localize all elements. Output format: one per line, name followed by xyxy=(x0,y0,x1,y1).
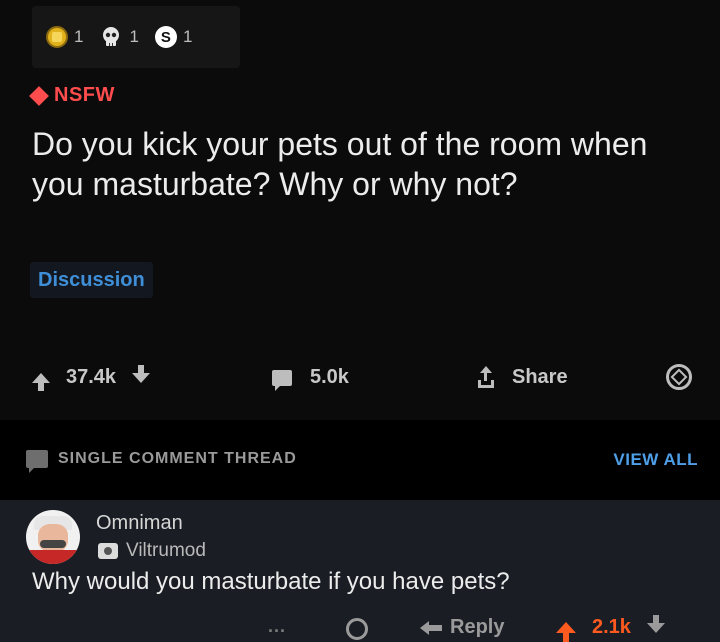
give-award-button[interactable] xyxy=(666,364,692,390)
comment-count: 5.0k xyxy=(310,366,349,388)
reply-label: Reply xyxy=(450,616,505,638)
comment-vote-group: 2.1k xyxy=(556,614,665,642)
comment-icon xyxy=(272,369,292,391)
nsfw-label: NSFW xyxy=(54,84,115,106)
award-count: 1 xyxy=(182,27,193,46)
award-skull[interactable]: 1 xyxy=(99,25,139,49)
share-button[interactable]: Share xyxy=(476,365,568,389)
skull-award-icon xyxy=(103,27,120,46)
upvote-count: 37.4k xyxy=(66,366,117,388)
reply-arrow-icon xyxy=(420,620,442,635)
awards-bar[interactable]: 1 1 S 1 xyxy=(32,6,240,68)
post-flair[interactable]: Discussion xyxy=(30,262,153,298)
gold-medal-icon xyxy=(46,26,68,48)
nsfw-diamond-icon xyxy=(29,85,49,106)
nsfw-tag: NSFW xyxy=(29,84,115,107)
reply-button[interactable]: Reply xyxy=(420,616,504,639)
award-s-coin[interactable]: S 1 xyxy=(154,26,193,48)
single-comment-thread: SINGLE COMMENT THREAD xyxy=(26,450,297,473)
user-flair: Viltrumod xyxy=(98,540,206,562)
award-count: 1 xyxy=(74,27,84,46)
post-action-bar: 37.4k 5.0k Share xyxy=(0,362,720,396)
user-flair-text: Viltrumod xyxy=(126,540,206,561)
comment-action-bar: ... Reply 2.1k xyxy=(0,614,720,642)
comments-button[interactable]: 5.0k xyxy=(272,366,349,391)
downvote-icon[interactable] xyxy=(132,364,151,383)
award-gold[interactable]: 1 xyxy=(46,26,83,48)
upvote-icon[interactable] xyxy=(32,372,50,391)
upvote-icon[interactable] xyxy=(556,622,576,642)
comment-score: 2.1k xyxy=(592,616,631,638)
avatar[interactable] xyxy=(26,510,80,564)
share-label: Share xyxy=(512,366,568,388)
s-coin-icon: S xyxy=(154,26,177,48)
award-icon xyxy=(666,364,692,390)
view-all-link[interactable]: VIEW ALL xyxy=(613,450,698,470)
award-count: 1 xyxy=(129,27,139,46)
flair-image-icon xyxy=(98,543,118,559)
vote-group: 37.4k xyxy=(32,364,151,391)
comment-username[interactable]: Omniman xyxy=(96,512,183,535)
share-icon xyxy=(476,365,496,388)
downvote-icon[interactable] xyxy=(646,614,665,633)
award-icon[interactable] xyxy=(346,618,368,640)
thread-label: SINGLE COMMENT THREAD xyxy=(58,450,297,467)
comment-icon xyxy=(26,450,48,473)
post-title: Do you kick your pets out of the room wh… xyxy=(32,126,648,202)
comment-body: Why would you masturbate if you have pet… xyxy=(32,568,510,595)
more-options-button[interactable]: ... xyxy=(268,616,286,637)
